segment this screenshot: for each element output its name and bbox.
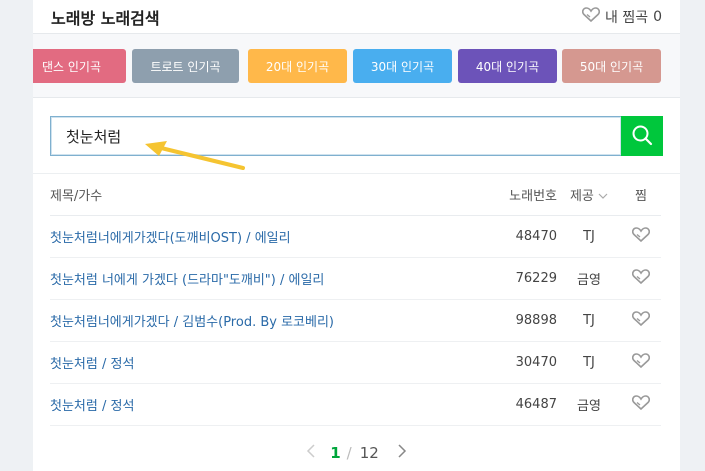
- search-area: [33, 98, 680, 174]
- category-label: 트로트 인기곡: [150, 59, 221, 74]
- annotation-arrow-icon: [145, 141, 245, 170]
- table-row: 첫눈처럼 / 정석 46487 금영: [50, 383, 661, 426]
- chevron-left-icon[interactable]: [306, 443, 316, 463]
- heart-icon[interactable]: [631, 310, 651, 330]
- song-results-table: 제목/가수 노래번호 제공 찜 첫눈처럼너에게가겠다(도깨비OST) / 에일리…: [50, 174, 661, 426]
- song-title-link[interactable]: 첫눈처럼 너에게 가겠다 (드라마"도깨비") / 에일리: [50, 273, 324, 288]
- song-title-link[interactable]: 첫눈처럼 / 정석: [50, 357, 134, 372]
- favorites-label: 내 찜곡: [604, 9, 649, 26]
- song-number: 30470: [487, 341, 557, 384]
- karaoke-search-panel: 노래방 노래검색 내 찜곡 0 댄스 인기곡 트로트 인기곡 20대 인기곡 3…: [33, 0, 680, 471]
- category-label: 20대 인기곡: [265, 59, 330, 74]
- song-title-link[interactable]: 첫눈처럼너에게가겠다 / 김범수(Prod. By 로코베리): [50, 315, 334, 330]
- song-provider: TJ: [557, 299, 621, 342]
- song-number: 46487: [487, 383, 557, 426]
- heart-icon[interactable]: [631, 352, 651, 372]
- column-title-header: 제목/가수: [50, 174, 487, 216]
- table-row: 첫눈처럼 너에게 가겠다 (드라마"도깨비") / 에일리 76229 금영: [50, 257, 661, 300]
- column-provider-header[interactable]: 제공: [557, 174, 621, 216]
- header: 노래방 노래검색 내 찜곡 0: [33, 0, 680, 34]
- song-provider: TJ: [557, 341, 621, 384]
- song-provider: 금영: [557, 383, 621, 426]
- song-title-link[interactable]: 첫눈처럼너에게가겠다(도깨비OST) / 에일리: [50, 231, 291, 246]
- category-40s-button[interactable]: 40대 인기곡: [458, 49, 557, 83]
- song-provider: TJ: [557, 215, 621, 258]
- category-label: 댄스 인기곡: [41, 59, 101, 74]
- category-label: 50대 인기곡: [579, 59, 644, 74]
- chevron-right-icon[interactable]: [397, 443, 407, 463]
- current-page: 1: [330, 443, 341, 462]
- chevron-down-icon: [598, 189, 608, 204]
- category-trot-button[interactable]: 트로트 인기곡: [132, 49, 239, 83]
- table-header-row: 제목/가수 노래번호 제공 찜: [50, 174, 661, 216]
- search-button[interactable]: [621, 116, 663, 156]
- table-row: 첫눈처럼너에게가겠다(도깨비OST) / 에일리 48470 TJ: [50, 215, 661, 258]
- column-like-header: 찜: [621, 174, 661, 216]
- table-row: 첫눈처럼 / 정석 30470 TJ: [50, 341, 661, 384]
- favorites-count: 0: [653, 8, 662, 25]
- song-number: 76229: [487, 257, 557, 300]
- category-dance-button[interactable]: 댄스 인기곡: [33, 49, 126, 83]
- search-input[interactable]: [50, 116, 621, 156]
- total-pages: 12: [359, 443, 379, 462]
- song-provider: 금영: [557, 257, 621, 300]
- column-number-header: 노래번호: [487, 174, 557, 216]
- song-title-link[interactable]: 첫눈처럼 / 정석: [50, 399, 134, 414]
- pagination: 1 / 12: [33, 427, 680, 471]
- search-icon: [631, 124, 653, 149]
- heart-icon: [581, 7, 605, 26]
- category-30s-button[interactable]: 30대 인기곡: [353, 49, 452, 83]
- heart-icon[interactable]: [631, 226, 651, 246]
- table-row: 첫눈처럼너에게가겠다 / 김범수(Prod. By 로코베리) 98898 TJ: [50, 299, 661, 342]
- category-20s-button[interactable]: 20대 인기곡: [248, 49, 347, 83]
- song-number: 48470: [487, 215, 557, 258]
- category-bar: 댄스 인기곡 트로트 인기곡 20대 인기곡 30대 인기곡 40대 인기곡 5…: [33, 34, 680, 98]
- song-number: 98898: [487, 299, 557, 342]
- page-separator: /: [346, 443, 352, 462]
- page-title: 노래방 노래검색: [51, 8, 160, 28]
- provider-header-label: 제공: [569, 188, 594, 204]
- favorites-link[interactable]: 내 찜곡 0: [581, 7, 662, 27]
- search-box: [50, 116, 663, 156]
- category-50s-button[interactable]: 50대 인기곡: [562, 49, 661, 83]
- heart-icon[interactable]: [631, 394, 651, 414]
- category-label: 30대 인기곡: [370, 59, 435, 74]
- category-label: 40대 인기곡: [475, 59, 540, 74]
- heart-icon[interactable]: [631, 268, 651, 288]
